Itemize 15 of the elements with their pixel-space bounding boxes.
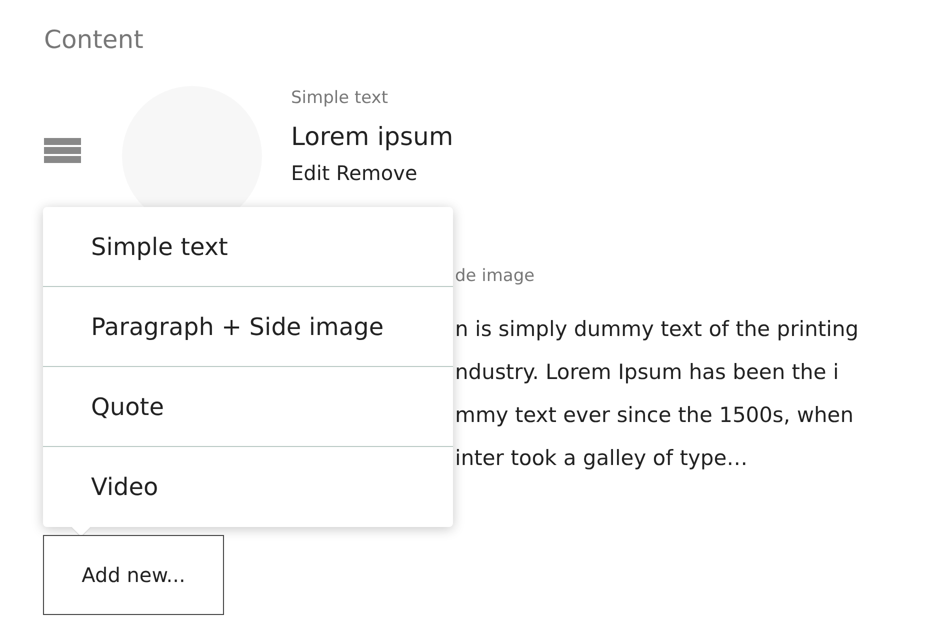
- drag-handle-icon[interactable]: [44, 138, 81, 164]
- paragraph-line: inter took a galley of type…: [455, 445, 749, 472]
- menu-item[interactable]: Simple text: [43, 207, 453, 287]
- paragraph-line: ndustry. Lorem Ipsum has been the i: [455, 359, 840, 386]
- menu-item[interactable]: Quote: [43, 367, 453, 447]
- block-actions: Edit Remove: [291, 160, 418, 186]
- paragraph-line: n is simply dummy text of the printing: [455, 316, 860, 343]
- block-title: Lorem ipsum: [291, 121, 454, 153]
- block-type-label: de image: [455, 265, 536, 288]
- menu-item[interactable]: Video: [43, 447, 453, 527]
- block-type-label: Simple text: [291, 87, 390, 110]
- paragraph-line: mmy text ever since the 1500s, when: [455, 402, 855, 429]
- menu-item[interactable]: Paragraph + Side image: [43, 287, 453, 367]
- add-new-button[interactable]: Add new...: [43, 535, 224, 615]
- section-heading: Content: [44, 24, 144, 56]
